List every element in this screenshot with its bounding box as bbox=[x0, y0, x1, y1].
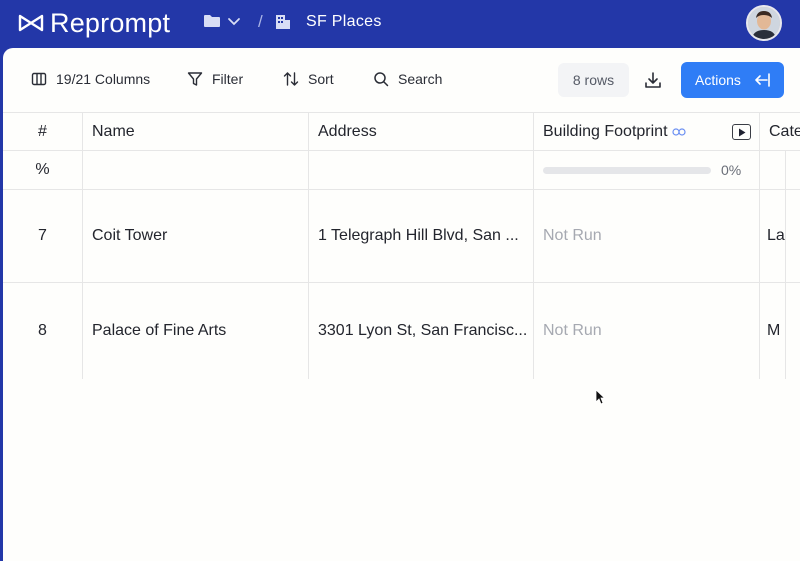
avatar-icon bbox=[748, 7, 780, 39]
row-name[interactable]: Palace of Fine Arts bbox=[83, 283, 309, 379]
filter-button[interactable]: Filter bbox=[187, 71, 243, 87]
play-icon bbox=[738, 128, 745, 136]
sort-icon bbox=[283, 72, 299, 86]
row-address[interactable]: 1 Telegraph Hill Blvd, San ... bbox=[309, 190, 534, 282]
rows-count-badge: 8 rows bbox=[558, 63, 629, 97]
reprompt-logo-icon bbox=[18, 14, 44, 32]
header-name[interactable]: Name bbox=[83, 113, 309, 150]
brand-logo[interactable]: Reprompt bbox=[18, 8, 170, 38]
table-summary-row: % 0% bbox=[3, 150, 800, 189]
row-name[interactable]: Coit Tower bbox=[83, 190, 309, 282]
link-icon bbox=[671, 127, 686, 136]
columns-icon bbox=[31, 72, 47, 86]
columns-button[interactable]: 19/21 Columns bbox=[31, 71, 150, 87]
actions-button[interactable]: Actions bbox=[681, 62, 784, 98]
footprint-progress-label: 0% bbox=[721, 162, 742, 178]
download-icon[interactable] bbox=[643, 70, 663, 90]
table-row[interactable]: 8 Palace of Fine Arts 3301 Lyon St, San … bbox=[3, 282, 800, 379]
main-panel: 19/21 Columns Filter Sort Search 8 rows bbox=[3, 48, 800, 561]
header-address[interactable]: Address bbox=[309, 113, 534, 150]
row-index: 7 bbox=[3, 190, 83, 282]
mouse-cursor-icon bbox=[595, 389, 605, 405]
run-column-button[interactable] bbox=[732, 124, 751, 140]
header-building-footprint[interactable]: Building Footprint bbox=[534, 113, 760, 150]
page-title[interactable]: SF Places bbox=[306, 13, 382, 31]
breadcrumb-separator: / bbox=[258, 12, 263, 31]
summary-name bbox=[83, 151, 309, 189]
header-footprint-label: Building Footprint bbox=[543, 122, 668, 140]
toolbar: 19/21 Columns Filter Sort Search 8 rows bbox=[3, 48, 800, 112]
columns-label: 19/21 Columns bbox=[56, 71, 151, 87]
filter-label: Filter bbox=[212, 71, 244, 87]
sort-label: Sort bbox=[308, 71, 334, 87]
row-index: 8 bbox=[3, 283, 83, 379]
brand-name: Reprompt bbox=[50, 7, 171, 38]
header-index[interactable]: # bbox=[3, 113, 83, 150]
table-row[interactable]: 7 Coit Tower 1 Telegraph Hill Blvd, San … bbox=[3, 189, 800, 282]
collapse-left-icon bbox=[755, 73, 770, 87]
search-label: Search bbox=[398, 71, 443, 87]
row-category[interactable]: M bbox=[760, 283, 786, 379]
building-icon bbox=[276, 15, 290, 29]
user-avatar[interactable] bbox=[746, 5, 782, 41]
chevron-down-icon bbox=[228, 18, 240, 26]
actions-label: Actions bbox=[695, 72, 741, 88]
row-footprint[interactable]: Not Run bbox=[534, 283, 760, 379]
footprint-progress-bar bbox=[543, 166, 711, 174]
summary-category bbox=[760, 151, 786, 189]
search-button[interactable]: Search bbox=[373, 71, 442, 87]
summary-footprint: 0% bbox=[534, 151, 760, 189]
sort-button[interactable]: Sort bbox=[283, 71, 334, 87]
search-icon bbox=[374, 72, 389, 87]
summary-index: % bbox=[3, 151, 83, 189]
summary-address bbox=[309, 151, 534, 189]
row-address[interactable]: 3301 Lyon St, San Francisc... bbox=[309, 283, 534, 379]
row-footprint[interactable]: Not Run bbox=[534, 190, 760, 282]
filter-icon bbox=[187, 72, 203, 86]
header-category[interactable]: Cate bbox=[760, 113, 800, 150]
table-header-row: # Name Address Building Footprint Cate bbox=[3, 112, 800, 150]
top-bar: Reprompt / SF Places bbox=[0, 0, 800, 46]
row-category[interactable]: La bbox=[760, 190, 786, 282]
folder-menu-button[interactable] bbox=[203, 13, 241, 29]
folder-icon bbox=[204, 15, 220, 27]
